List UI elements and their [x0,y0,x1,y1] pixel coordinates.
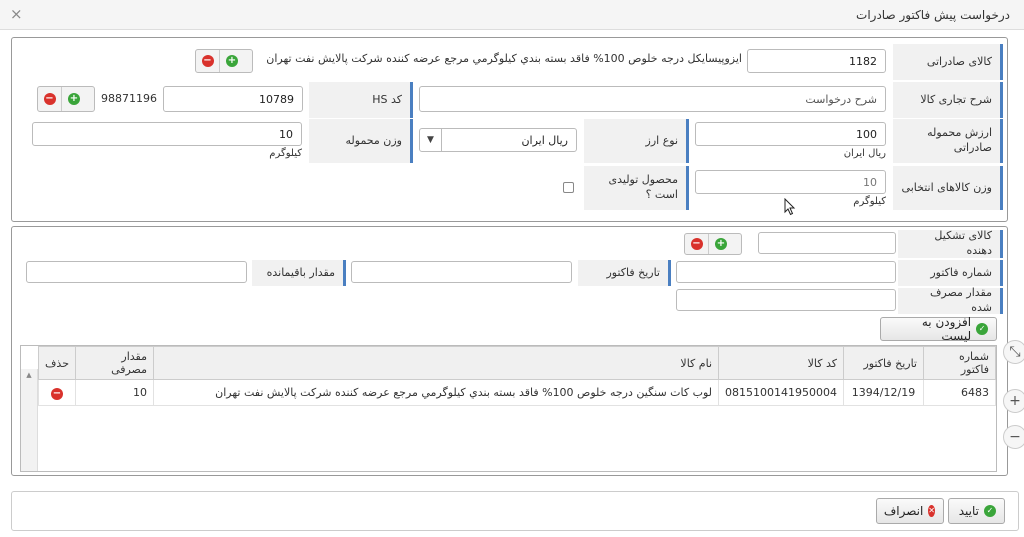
minus-circle-icon: − [690,238,703,250]
col-quantity[interactable]: مقدار مصرفی [75,346,154,380]
invoice-table: شماره فاکتور تاریخ فاکتور کد کالا نام کا… [38,346,996,406]
zoom-in-button[interactable]: + [1003,389,1024,413]
invoice-date-label: تاریخ فاکتور [578,260,671,286]
dialog-titlebar: درخواست پیش فاکتور صادرات × [0,0,1024,30]
hs-code-number: 98871196 [101,92,157,105]
plus-circle-icon: + [715,238,727,250]
close-circle-icon: ✕ [928,505,935,517]
mouse-cursor-icon [784,198,796,216]
selected-weight-label: وزن کالاهای انتخابی [893,166,1003,210]
delete-row-icon[interactable]: − [51,387,63,400]
chevron-down-icon[interactable]: ▼ [420,129,442,151]
remaining-label: مقدار باقیمانده [252,260,346,286]
component-goods-input[interactable] [758,232,896,254]
export-goods-code-input[interactable]: 1182 [747,49,886,73]
remaining-input[interactable] [26,261,247,283]
cancel-label: انصراف [883,504,924,518]
add-to-list-button[interactable]: ✓ افزودن به لیست [880,315,997,343]
cell-goods-code: 0815100141950004 [718,379,844,406]
dialog-footer [11,491,1019,531]
col-invoice-date[interactable]: تاریخ فاکتور [843,346,924,380]
invoice-grid: شماره فاکتور تاریخ فاکتور کد کالا نام کا… [20,345,997,472]
export-goods-label: کالای صادراتی [893,44,1003,80]
table-header-row: شماره فاکتور تاریخ فاکتور کد کالا نام کا… [38,346,996,380]
consumed-label: مقدار مصرف شده [898,286,1003,314]
shipment-value-input[interactable]: 100 [695,122,886,146]
plus-circle-icon: + [226,55,238,67]
shrink-icon: ⤡ [1009,344,1021,360]
invoice-date-input[interactable] [351,261,572,283]
shipment-value-unit: ریال ایران [843,148,886,159]
hs-code-label: کد HS [309,82,413,118]
is-product-checkbox[interactable] [563,182,574,193]
plus-icon: + [1009,393,1021,409]
selected-weight-input[interactable]: 10 [695,170,886,194]
add-component-button[interactable]: + [709,234,733,254]
remove-hs-button[interactable]: − [38,87,62,111]
remove-component-button[interactable]: − [685,234,709,254]
table-row[interactable]: 6483 1394/12/19 0815100141950004 لوب كات… [38,379,996,406]
plus-circle-icon: + [68,93,80,105]
currency-select[interactable]: ریال ایران ▼ [419,128,577,152]
shipment-weight-label: وزن محموله [309,119,413,163]
minus-circle-icon: − [43,93,56,105]
dialog-title: درخواست پیش فاکتور صادرات [856,8,1010,22]
currency-selected: ریال ایران [521,133,568,147]
close-icon[interactable]: × [10,5,23,23]
trade-desc-label: شرح تجاری کالا [893,82,1003,118]
shipment-weight-unit: کیلوگرم [269,148,302,159]
component-goods-label: کالای تشکیل دهنده [898,229,1003,258]
zoom-out-button[interactable]: − [1003,425,1024,449]
hs-code-buttons: − + [37,86,95,112]
shrink-button[interactable]: ⤡ [1003,340,1024,364]
hs-code-input[interactable]: 10789 [163,86,303,112]
add-hs-button[interactable]: + [62,87,86,111]
col-goods-name[interactable]: نام کالا [152,346,720,380]
trade-desc-input[interactable]: شرح درخواست [419,86,886,112]
export-goods-buttons: − + [195,49,253,73]
cell-invoice-date: 1394/12/19 [843,379,924,406]
scroll-up-icon[interactable]: ▲ [21,371,37,379]
confirm-button[interactable]: ✓ تایید [948,498,1005,524]
shipment-weight-input[interactable]: 10 [32,122,302,146]
currency-label: نوع ارز [584,119,689,163]
add-goods-button[interactable]: + [220,50,244,72]
col-invoice-no[interactable]: شماره فاکتور [923,346,996,380]
confirm-label: تایید [958,504,979,518]
check-icon: ✓ [976,323,988,335]
is-product-label: محصول تولیدی است ؟ [584,166,689,210]
col-delete[interactable]: حذف [38,346,76,380]
minus-circle-icon: − [201,55,214,67]
check-icon: ✓ [984,505,996,517]
cell-goods-name: لوب كات سنگين درجه خلوص 100% فاقد بسته ب… [152,379,720,406]
minus-icon: − [1009,429,1021,445]
col-goods-code[interactable]: کد کالا [718,346,844,380]
grid-scrollbar[interactable]: ▲ [21,369,38,471]
invoice-no-label: شماره فاکتور [898,260,1003,286]
remove-goods-button[interactable]: − [196,50,220,72]
consumed-input[interactable] [676,289,896,311]
add-to-list-label: افزودن به لیست [921,315,972,343]
cell-delete[interactable]: − [38,379,76,406]
export-goods-name: ايزوپيسايكل درجه خلوص 100% فاقد بسته بند… [266,52,742,65]
shipment-value-label: ارزش محموله صادراتی [893,119,1003,163]
cell-quantity: 10 [75,379,154,406]
invoice-no-input[interactable] [676,261,896,283]
cell-invoice-no: 6483 [923,379,996,406]
cancel-button[interactable]: ✕ انصراف [876,498,944,524]
component-goods-buttons: − + [684,233,742,255]
